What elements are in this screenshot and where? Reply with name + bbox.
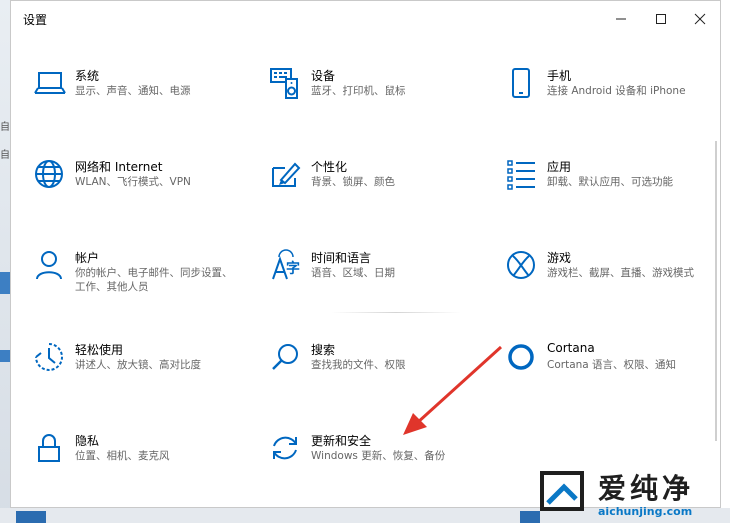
tile-description: 你的帐户、电子邮件、同步设置、工作、其他人员 xyxy=(75,267,233,293)
scrollbar[interactable] xyxy=(715,141,717,441)
minimize-button[interactable] xyxy=(601,7,641,31)
tile-time-language[interactable]: 字 时间和语言 语音、区域、日期 xyxy=(269,249,469,309)
minimize-icon xyxy=(616,18,626,20)
tile-description: 位置、相机、麦克风 xyxy=(75,450,170,462)
tile-description: Cortana 语言、权限、通知 xyxy=(547,359,677,371)
tile-description: 背景、锁屏、颜色 xyxy=(311,176,395,188)
tile-name: 更新和安全 xyxy=(311,434,372,448)
tile-privacy[interactable]: 隐私 位置、相机、麦克风 xyxy=(33,432,233,492)
desktop-background-left: 自 自 xyxy=(0,0,10,523)
window-title: 设置 xyxy=(23,13,48,27)
tile-description: Windows 更新、恢复、备份 xyxy=(311,450,446,462)
tile-ease-of-access[interactable]: 轻松使用 讲述人、放大镜、高对比度 xyxy=(33,341,233,401)
title-bar: 设置 xyxy=(11,1,720,37)
settings-window: 设置 系统 显示、声音、通知、电源 设备 蓝牙、打印机、鼠标 手机 连接 And… xyxy=(10,0,721,508)
tile-name: 设备 xyxy=(311,69,336,83)
annotation-arrow xyxy=(403,345,503,435)
update-icon xyxy=(269,432,303,466)
phone-icon xyxy=(505,67,539,101)
svg-text:字: 字 xyxy=(286,260,300,277)
tile-name: 轻松使用 xyxy=(75,343,124,357)
tile-description: WLAN、飞行模式、VPN xyxy=(75,176,191,188)
tile-name: 系统 xyxy=(75,69,100,83)
time-language-icon: 字 xyxy=(269,249,303,283)
tile-name: 手机 xyxy=(547,69,572,83)
tile-phone[interactable]: 手机 连接 Android 设备和 iPhone xyxy=(505,67,705,127)
lock-icon xyxy=(33,432,67,466)
tile-name: 帐户 xyxy=(75,251,100,265)
tile-name: 时间和语言 xyxy=(311,251,372,265)
watermark: 爱纯净 aichunjing.com xyxy=(528,465,730,523)
close-icon xyxy=(694,13,706,25)
watermark-logo-icon xyxy=(540,471,584,511)
laptop-icon xyxy=(33,67,67,101)
maximize-icon xyxy=(656,14,666,24)
tile-network[interactable]: 网络和 Internet WLAN、飞行模式、VPN xyxy=(33,158,233,218)
xbox-icon xyxy=(505,249,539,283)
tile-update-security[interactable]: 更新和安全 Windows 更新、恢复、备份 xyxy=(269,432,469,492)
tile-name: 网络和 Internet xyxy=(75,160,163,174)
maximize-button[interactable] xyxy=(641,7,681,31)
tile-name: 搜索 xyxy=(311,343,336,357)
tile-description: 讲述人、放大镜、高对比度 xyxy=(75,359,201,371)
close-button[interactable] xyxy=(680,7,720,31)
person-icon xyxy=(33,249,67,283)
tile-description: 游戏栏、截屏、直播、游戏模式 xyxy=(547,267,694,279)
devices-icon xyxy=(269,67,303,101)
tile-name: 应用 xyxy=(547,160,572,174)
search-icon xyxy=(269,341,303,375)
paint-icon xyxy=(269,158,303,192)
globe-icon xyxy=(33,158,67,192)
tile-description: 蓝牙、打印机、鼠标 xyxy=(311,85,406,97)
tile-gaming[interactable]: 游戏 游戏栏、截屏、直播、游戏模式 xyxy=(505,249,705,309)
tile-description: 卸载、默认应用、可选功能 xyxy=(547,176,673,188)
tile-description: 连接 Android 设备和 iPhone xyxy=(547,85,686,97)
tile-personalization[interactable]: 个性化 背景、锁屏、颜色 xyxy=(269,158,469,218)
watermark-url: aichunjing.com xyxy=(598,505,693,518)
apps-list-icon xyxy=(505,158,539,192)
tile-name: 隐私 xyxy=(75,434,100,448)
watermark-text: 爱纯净 xyxy=(598,472,695,505)
tile-cortana[interactable]: Cortana Cortana 语言、权限、通知 xyxy=(505,341,705,401)
tile-name: Cortana xyxy=(547,341,595,355)
divider xyxy=(331,312,461,313)
tile-description: 显示、声音、通知、电源 xyxy=(75,85,191,97)
tile-name: 个性化 xyxy=(311,160,348,174)
tile-accounts[interactable]: 帐户 你的帐户、电子邮件、同步设置、工作、其他人员 xyxy=(33,249,233,309)
tile-apps[interactable]: 应用 卸载、默认应用、可选功能 xyxy=(505,158,705,218)
tile-description: 语音、区域、日期 xyxy=(311,267,395,279)
tile-name: 游戏 xyxy=(547,251,572,265)
ease-of-access-icon xyxy=(33,341,67,375)
tile-system[interactable]: 系统 显示、声音、通知、电源 xyxy=(33,67,233,127)
tile-devices[interactable]: 设备 蓝牙、打印机、鼠标 xyxy=(269,67,469,127)
